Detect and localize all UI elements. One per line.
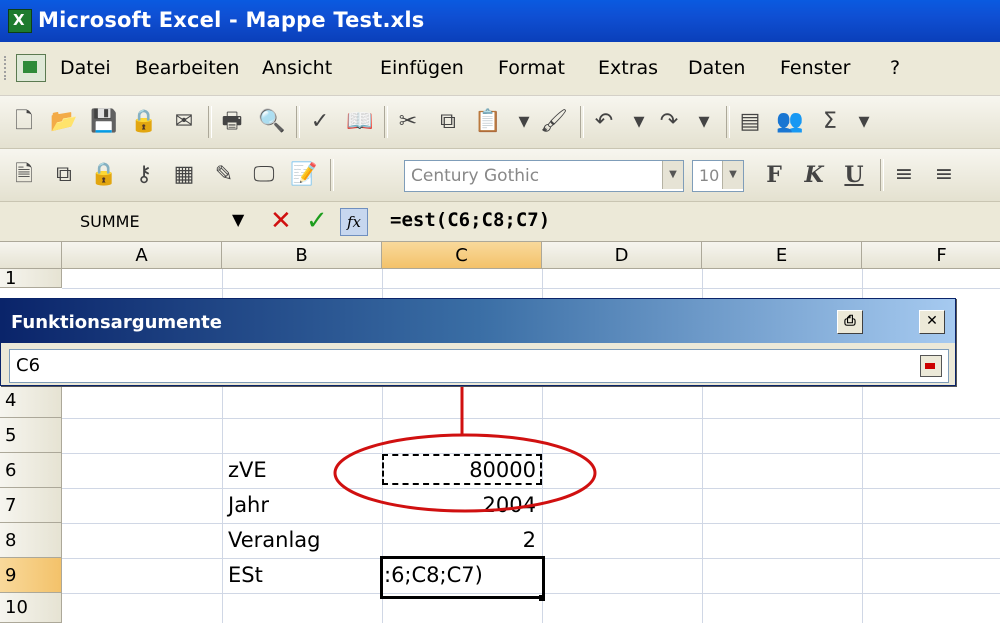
highlight-ellipse xyxy=(333,433,597,513)
argument-reference-value: C6 xyxy=(16,355,41,376)
dialog-print-icon[interactable]: ⎙ xyxy=(837,310,863,334)
close-icon[interactable]: ✕ xyxy=(919,310,945,334)
dialog-title: Funktionsargumente xyxy=(11,312,222,333)
function-arguments-dialog: Funktionsargumente ⎙ ✕ C6 xyxy=(0,298,956,386)
argument-reference-input[interactable]: C6 xyxy=(9,349,949,383)
dialog-title-bar[interactable]: Funktionsargumente ⎙ ✕ xyxy=(1,299,955,343)
expand-dialog-icon[interactable] xyxy=(920,355,942,377)
